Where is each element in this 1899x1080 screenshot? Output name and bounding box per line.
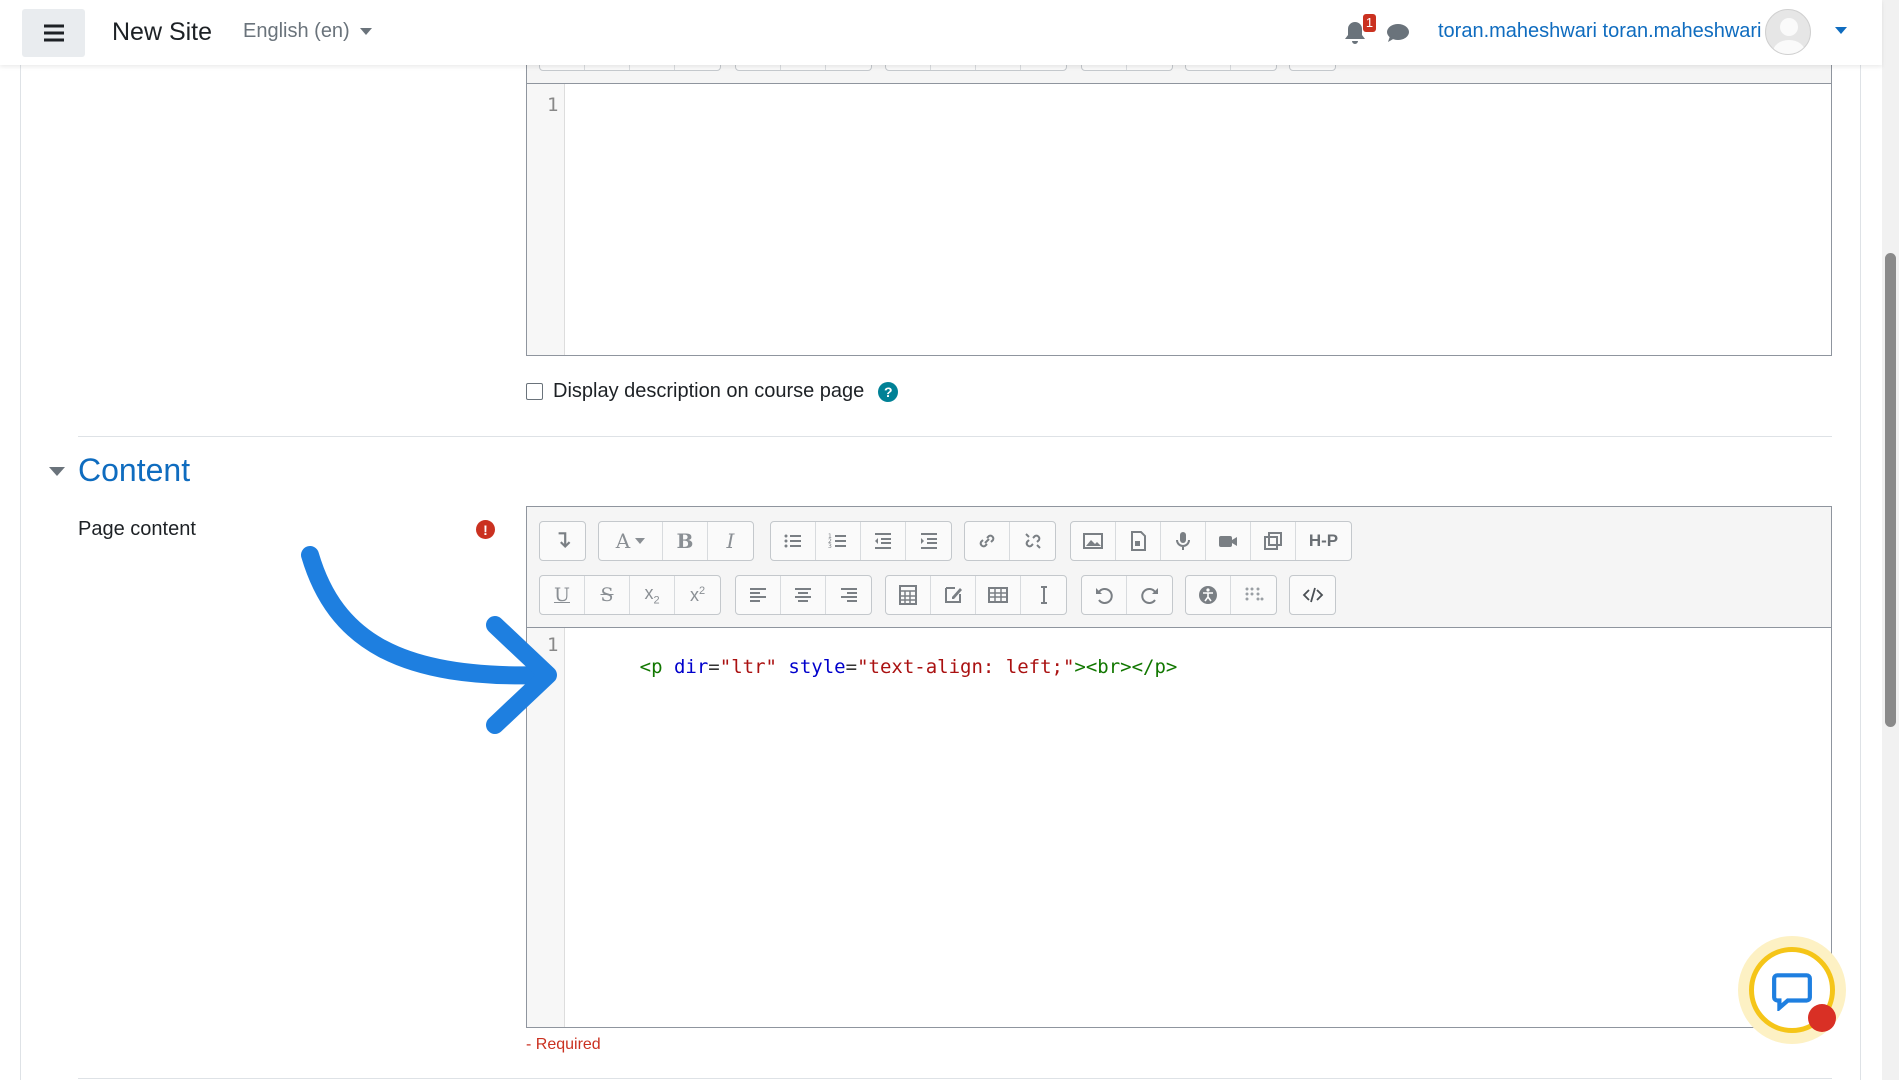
section-divider bbox=[78, 436, 1832, 437]
display-description-row: Display description on course page ? bbox=[526, 380, 899, 403]
toolbar-group-links bbox=[964, 521, 1056, 561]
description-editor: 1 bbox=[526, 35, 1832, 356]
superscript-icon[interactable]: x2 bbox=[675, 576, 720, 614]
page-content-editor: A B I 123 H-P U S x2 x2 1 <p dir="ltr" s… bbox=[526, 506, 1832, 1028]
top-navbar: New Site English (en) 1 toran.maheshwari… bbox=[0, 0, 1882, 65]
accessibility-checker-icon[interactable] bbox=[1186, 576, 1231, 614]
screenreader-helper-icon[interactable] bbox=[1231, 576, 1276, 614]
unordered-list-icon[interactable] bbox=[771, 522, 816, 560]
code-token: "text-align: left;" bbox=[857, 656, 1075, 678]
collapse-toggle-icon[interactable] bbox=[49, 467, 65, 476]
chat-notification-dot bbox=[1808, 1004, 1836, 1032]
clear-formatting-icon[interactable] bbox=[1021, 576, 1066, 614]
messages-icon[interactable] bbox=[1386, 22, 1410, 44]
align-right-icon[interactable] bbox=[826, 576, 871, 614]
page-border-left bbox=[20, 0, 21, 1080]
align-center-icon[interactable] bbox=[781, 576, 826, 614]
section-title-content[interactable]: Content bbox=[78, 452, 190, 489]
redo-icon[interactable] bbox=[1127, 576, 1172, 614]
required-icon: ! bbox=[476, 520, 495, 539]
required-text: - Required bbox=[526, 1036, 601, 1053]
equation-icon[interactable] bbox=[886, 576, 931, 614]
outdent-icon[interactable] bbox=[861, 522, 906, 560]
html-toggle-icon[interactable] bbox=[1290, 576, 1335, 614]
help-icon[interactable]: ? bbox=[878, 381, 899, 402]
record-audio-icon[interactable] bbox=[1161, 522, 1206, 560]
italic-icon[interactable]: I bbox=[708, 522, 753, 560]
subscript-icon[interactable]: x2 bbox=[630, 576, 675, 614]
manage-files-icon[interactable] bbox=[1251, 522, 1296, 560]
record-video-icon[interactable] bbox=[1206, 522, 1251, 560]
code-token: <p bbox=[639, 656, 674, 678]
notification-count-badge: 1 bbox=[1363, 14, 1376, 32]
description-editor-gutter: 1 bbox=[527, 84, 565, 355]
code-token: "ltr" bbox=[719, 656, 777, 678]
undo-icon[interactable] bbox=[1082, 576, 1127, 614]
chevron-down-icon bbox=[359, 28, 372, 35]
code-token: dir bbox=[673, 656, 709, 678]
toolbar-group-text-style: A B I bbox=[598, 521, 754, 561]
align-left-icon[interactable] bbox=[736, 576, 781, 614]
description-editor-textarea[interactable] bbox=[566, 84, 1831, 355]
user-name[interactable]: toran.maheshwari toran.maheshwari bbox=[1438, 20, 1762, 43]
section-divider-bottom bbox=[78, 1078, 1832, 1079]
html-source-code[interactable]: <p dir="ltr" style="text-align: left;"><… bbox=[571, 634, 1178, 700]
user-menu-chevron-icon[interactable] bbox=[1835, 27, 1847, 34]
font-color-icon[interactable]: A bbox=[599, 522, 663, 560]
media-icon[interactable] bbox=[1116, 522, 1161, 560]
table-icon[interactable] bbox=[976, 576, 1021, 614]
language-menu[interactable]: English (en) bbox=[243, 20, 372, 43]
page: 1 Display description on course page ? C… bbox=[0, 0, 1899, 1080]
svg-text:3: 3 bbox=[828, 543, 832, 550]
code-token: style bbox=[788, 656, 846, 678]
unlink-icon[interactable] bbox=[1010, 522, 1055, 560]
annotation-arrow-icon bbox=[301, 546, 557, 734]
special-chars-icon[interactable] bbox=[931, 576, 976, 614]
hamburger-icon bbox=[43, 24, 64, 42]
site-name[interactable]: New Site bbox=[112, 18, 212, 47]
toolbar-group-align bbox=[735, 575, 872, 615]
code-token: = bbox=[845, 656, 858, 678]
page-scrollbar[interactable] bbox=[1882, 0, 1899, 1080]
ordered-list-icon[interactable]: 123 bbox=[816, 522, 861, 560]
bold-icon[interactable]: B bbox=[663, 522, 708, 560]
scrollbar-thumb[interactable] bbox=[1885, 253, 1896, 727]
toolbar-group-accessibility bbox=[1185, 575, 1277, 615]
toolbar-group-html bbox=[1289, 575, 1336, 615]
indent-icon[interactable] bbox=[906, 522, 951, 560]
chat-bubble-icon bbox=[1749, 947, 1836, 1033]
toolbar-group-insert bbox=[885, 575, 1067, 615]
strikethrough-icon[interactable]: S bbox=[585, 576, 630, 614]
code-token: ><br></p> bbox=[1074, 656, 1178, 678]
support-chat-widget[interactable] bbox=[1738, 936, 1846, 1044]
link-icon[interactable] bbox=[965, 522, 1010, 560]
language-label: English (en) bbox=[243, 20, 350, 42]
toolbar-group-lists: 123 bbox=[770, 521, 952, 561]
image-icon[interactable] bbox=[1071, 522, 1116, 560]
page-border-right bbox=[1860, 0, 1861, 1080]
line-number: 1 bbox=[547, 94, 559, 116]
h5p-icon[interactable]: H-P bbox=[1296, 522, 1351, 560]
code-token: = bbox=[708, 656, 720, 678]
display-description-label[interactable]: Display description on course page bbox=[553, 380, 864, 403]
toolbar-group-media: H-P bbox=[1070, 521, 1352, 561]
page-content-toolbar: A B I 123 H-P U S x2 x2 bbox=[527, 507, 1831, 628]
avatar[interactable] bbox=[1765, 9, 1811, 55]
menu-toggle-button[interactable] bbox=[22, 9, 85, 57]
page-content-label: Page content bbox=[78, 518, 196, 540]
toolbar-group-history bbox=[1081, 575, 1173, 615]
display-description-checkbox[interactable] bbox=[526, 383, 543, 400]
